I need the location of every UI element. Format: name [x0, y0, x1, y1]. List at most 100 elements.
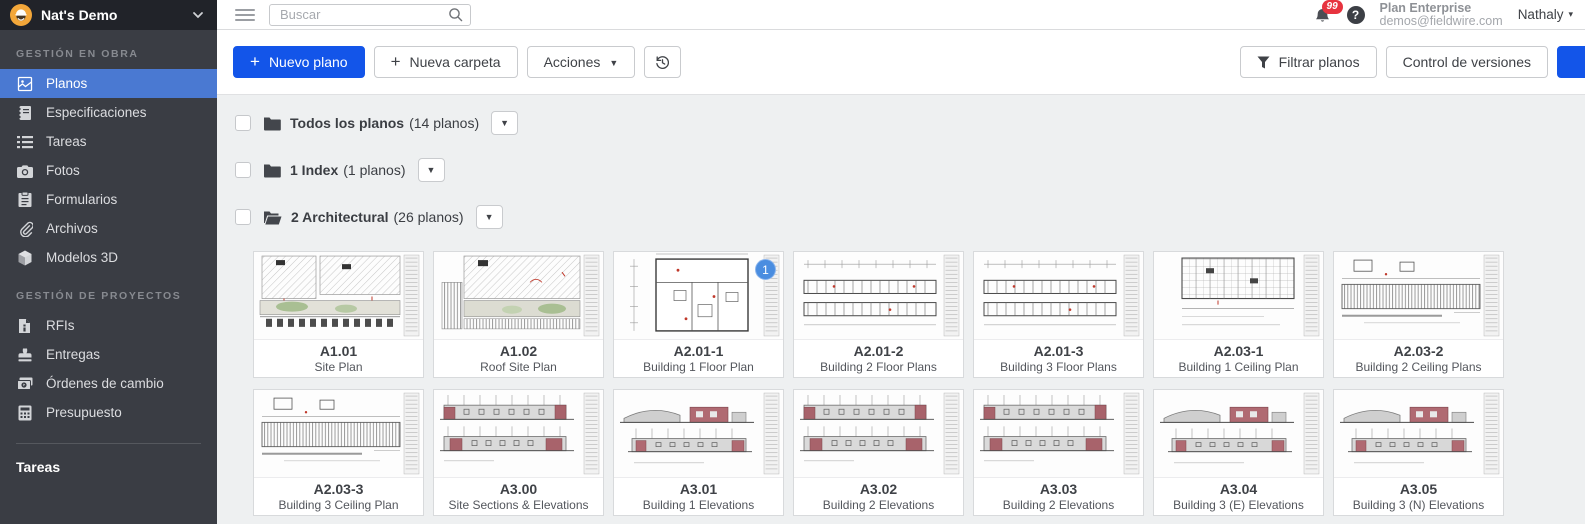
- sidebar-item-label: Planos: [46, 76, 88, 91]
- plan-card[interactable]: A2.01-1 Building 1 Floor Plan 1: [613, 251, 784, 378]
- specs-icon: [16, 105, 33, 121]
- plan-thumbnail: [614, 390, 783, 478]
- plan-name: Building 2 Elevations: [1002, 497, 1115, 512]
- sidebar: Nat's Demo GESTIÓN EN OBRA Planos Especi…: [0, 0, 217, 524]
- history-button[interactable]: [644, 46, 682, 78]
- plan-card[interactable]: A2.01-3 Building 3 Floor Plans: [973, 251, 1144, 378]
- sidebar-item-label: Archivos: [46, 221, 98, 236]
- sidebar-item-forms[interactable]: Formularios: [0, 185, 217, 214]
- sidebar-item-rfi[interactable]: RFIs: [0, 311, 217, 340]
- sidebar-item-specs[interactable]: Especificaciones: [0, 98, 217, 127]
- plan-code: A3.03: [1039, 480, 1078, 497]
- plan-cards-row: A1.01 Site Plan A1.02 Roof Site Plan A2.…: [253, 251, 1585, 378]
- folder-name: 1 Index: [290, 162, 339, 178]
- folder-checkbox[interactable]: [235, 115, 251, 131]
- plan-card[interactable]: A3.00 Site Sections & Elevations: [433, 389, 604, 516]
- folder-menu-button[interactable]: ▼: [475, 205, 503, 229]
- plan-code: A2.03-3: [313, 480, 364, 497]
- plan-card[interactable]: A3.02 Building 2 Elevations: [793, 389, 964, 516]
- folder-plan-count: (1 planos): [343, 162, 406, 178]
- files-icon: [16, 221, 33, 237]
- sidebar-item-label: Modelos 3D: [46, 250, 119, 265]
- sidebar-item-submittals[interactable]: Entregas: [0, 340, 217, 369]
- plan-thumbnail: [974, 252, 1143, 340]
- plan-code: A1.02: [499, 342, 538, 359]
- plan-code: A3.02: [859, 480, 898, 497]
- tasks-icon: [16, 135, 33, 149]
- folder-name: Todos los planos: [290, 115, 405, 131]
- folder-checkbox[interactable]: [235, 162, 251, 178]
- plan-name: Site Plan: [314, 359, 363, 374]
- plan-thumbnail: [974, 390, 1143, 478]
- plan-thumbnail: [254, 252, 423, 340]
- search-icon[interactable]: [448, 7, 463, 22]
- plan-card[interactable]: A1.02 Roof Site Plan: [433, 251, 604, 378]
- plan-name: Plan Enterprise: [1379, 0, 1472, 15]
- plan-thumbnail: [254, 390, 423, 478]
- folder-checkbox[interactable]: [235, 209, 251, 225]
- plan-card[interactable]: A2.03-2 Building 2 Ceiling Plans: [1333, 251, 1504, 378]
- filter-plans-button[interactable]: Filtrar planos: [1239, 46, 1377, 78]
- plan-card[interactable]: A1.01 Site Plan: [253, 251, 424, 378]
- sidebar-footer-tareas[interactable]: Tareas: [0, 444, 217, 490]
- sidebar-section-title: GESTIÓN EN OBRA: [16, 48, 139, 60]
- actions-button[interactable]: Acciones ▼: [526, 46, 636, 78]
- plan-thumbnail: [434, 252, 603, 340]
- models-3d-icon: [16, 250, 33, 266]
- plan-name: Building 1 Floor Plan: [643, 359, 754, 374]
- main-area: 99 ? Plan Enterprise demos@fieldwire.com…: [217, 0, 1585, 524]
- sidebar-item-label: Fotos: [46, 163, 80, 178]
- plan-card[interactable]: A3.05 Building 3 (N) Elevations: [1333, 389, 1504, 516]
- plan-code: A2.01-2: [853, 342, 904, 359]
- hamburger-menu-icon[interactable]: [235, 8, 255, 21]
- plan-name: Building 1 Elevations: [642, 497, 755, 512]
- user-menu[interactable]: Nathaly ▾: [1518, 7, 1575, 22]
- plan-name: Building 2 Floor Plans: [820, 359, 937, 374]
- plan-card[interactable]: A2.03-3 Building 3 Ceiling Plan: [253, 389, 424, 516]
- plan-name: Building 3 (N) Elevations: [1352, 497, 1485, 512]
- plan-name: Building 3 Ceiling Plan: [278, 497, 399, 512]
- plan-card[interactable]: A3.04 Building 3 (E) Elevations: [1153, 389, 1324, 516]
- photos-icon: [16, 164, 33, 178]
- plan-card[interactable]: A3.03 Building 2 Elevations: [973, 389, 1144, 516]
- new-plan-button[interactable]: + Nuevo plano: [233, 46, 365, 78]
- history-icon: [654, 54, 671, 71]
- sidebar-item-photos[interactable]: Fotos: [0, 156, 217, 185]
- sidebar-item-files[interactable]: Archivos: [0, 214, 217, 243]
- folder-closed-icon: [263, 163, 281, 178]
- folder-menu-button[interactable]: ▼: [491, 111, 519, 135]
- plan-card[interactable]: A3.01 Building 1 Elevations: [613, 389, 784, 516]
- toolbar: + Nuevo plano + Nueva carpeta Acciones ▼: [217, 30, 1585, 95]
- sidebar-section: GESTIÓN EN OBRA Planos Especificaciones …: [0, 30, 217, 272]
- plans-icon: [16, 76, 33, 92]
- plan-card[interactable]: A2.01-2 Building 2 Floor Plans: [793, 251, 964, 378]
- topbar-right: 99 ? Plan Enterprise demos@fieldwire.com…: [1313, 0, 1575, 28]
- sidebar-item-plans[interactable]: Planos: [0, 69, 217, 98]
- plan-card[interactable]: A2.03-1 Building 1 Ceiling Plan: [1153, 251, 1324, 378]
- notifications-bell-icon[interactable]: 99: [1313, 0, 1343, 26]
- folder-plan-count: (14 planos): [409, 115, 480, 131]
- search-input[interactable]: [280, 7, 442, 22]
- folder-open-icon: [263, 210, 282, 225]
- project-switcher[interactable]: Nat's Demo: [0, 0, 217, 30]
- plan-code: A3.00: [499, 480, 538, 497]
- plan-email: demos@fieldwire.com: [1379, 13, 1503, 28]
- plus-icon: +: [250, 51, 260, 71]
- export-button-cutoff[interactable]: [1557, 46, 1585, 78]
- version-control-button[interactable]: Control de versiones: [1385, 46, 1548, 78]
- plan-code: A3.04: [1219, 480, 1258, 497]
- sidebar-item-tasks[interactable]: Tareas: [0, 127, 217, 156]
- sidebar-item-models-3d[interactable]: Modelos 3D: [0, 243, 217, 272]
- new-folder-button[interactable]: + Nueva carpeta: [373, 46, 518, 78]
- sidebar-item-list: Planos Especificaciones Tareas Fotos For…: [0, 69, 217, 272]
- task-count-badge: 1: [755, 259, 776, 280]
- folder-menu-button[interactable]: ▼: [417, 158, 445, 182]
- chevron-down-icon[interactable]: [191, 8, 205, 22]
- sidebar-item-budget[interactable]: Presupuesto: [0, 398, 217, 427]
- sidebar-section: GESTIÓN DE PROYECTOS RFIs Entregas Órden…: [0, 272, 217, 427]
- sidebar-item-change-orders[interactable]: Órdenes de cambio: [0, 369, 217, 398]
- plan-thumbnail: [1334, 252, 1503, 340]
- folder-row: 2 Architectural (26 planos) ▼: [235, 204, 1585, 230]
- project-name: Nat's Demo: [41, 7, 118, 23]
- help-icon[interactable]: ?: [1346, 5, 1365, 24]
